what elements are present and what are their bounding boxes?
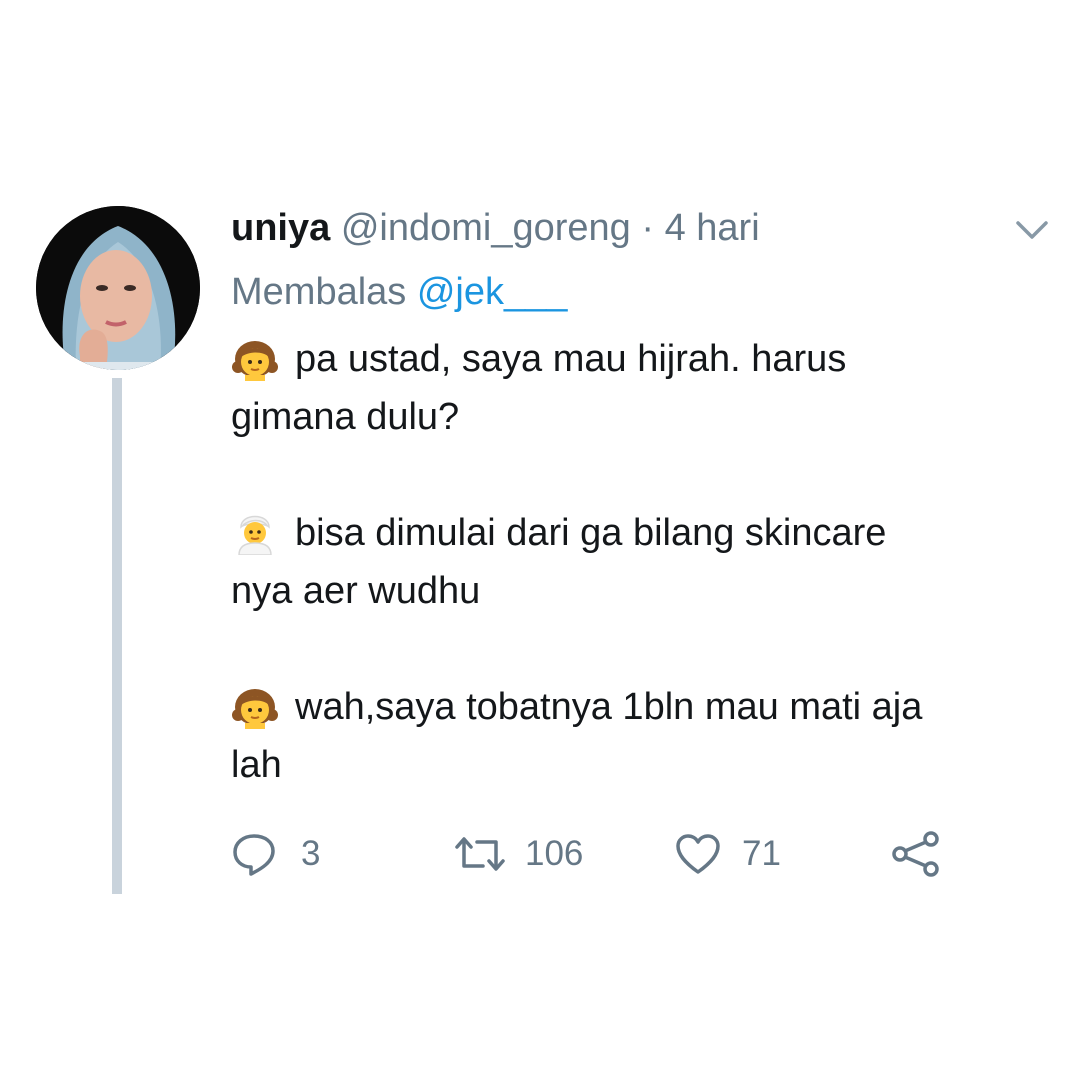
- like-button[interactable]: 71: [674, 828, 781, 880]
- retweet-icon: [455, 837, 505, 871]
- avatar-image: [36, 206, 200, 370]
- tweet-line: pa ustad, saya mau hijrah. harus: [231, 330, 1061, 388]
- more-options-button[interactable]: [1012, 214, 1052, 246]
- girl-emoji: [232, 689, 278, 729]
- thread-line: [112, 378, 122, 894]
- reply-button[interactable]: 3: [231, 828, 320, 880]
- tweet-line-text: lah: [231, 744, 282, 786]
- tweet-line: gimana dulu?: [231, 388, 1061, 446]
- heart-icon: [676, 834, 720, 874]
- tweet-line: wah,saya tobatnya 1bln mau mati aja: [231, 678, 1061, 736]
- share-button[interactable]: [891, 828, 941, 880]
- separator-dot: ·: [641, 207, 655, 249]
- replying-to: Membalas @jek___: [231, 268, 567, 316]
- man-with-turban-emoji: [238, 515, 272, 555]
- user-handle[interactable]: @indomi_goreng: [341, 207, 631, 249]
- display-name[interactable]: uniya: [231, 207, 330, 249]
- tweet-line-text: gimana dulu?: [231, 396, 460, 438]
- reply-mention-link[interactable]: @jek___: [417, 271, 568, 313]
- tweet-line: lah: [231, 736, 1061, 794]
- girl-emoji: [232, 341, 278, 381]
- reply-count: 3: [301, 834, 321, 873]
- timestamp[interactable]: 4 hari: [665, 207, 760, 249]
- tweet-line-text: pa ustad, saya mau hijrah. harus: [295, 338, 847, 380]
- retweet-count: 106: [525, 834, 584, 873]
- tweet-line-text: wah,saya tobatnya 1bln mau mati aja: [295, 686, 923, 728]
- avatar[interactable]: [36, 206, 200, 370]
- reply-icon: [233, 834, 275, 876]
- replying-to-label: Membalas: [231, 271, 407, 313]
- tweet-text: pa ustad, saya mau hijrah. harus gimana …: [231, 330, 1061, 794]
- chevron-down-icon: [1016, 221, 1048, 239]
- tweet-line: nya aer wudhu: [231, 562, 1061, 620]
- tweet-line-text: bisa dimulai dari ga bilang skincare: [295, 512, 887, 554]
- share-icon: [892, 831, 939, 877]
- tweet-line-text: nya aer wudhu: [231, 570, 481, 612]
- like-count: 71: [742, 834, 781, 873]
- tweet-line: bisa dimulai dari ga bilang skincare: [231, 504, 1061, 562]
- retweet-button[interactable]: 106: [453, 828, 583, 880]
- tweet-header: uniya @indomi_goreng · 4 hari: [231, 203, 760, 253]
